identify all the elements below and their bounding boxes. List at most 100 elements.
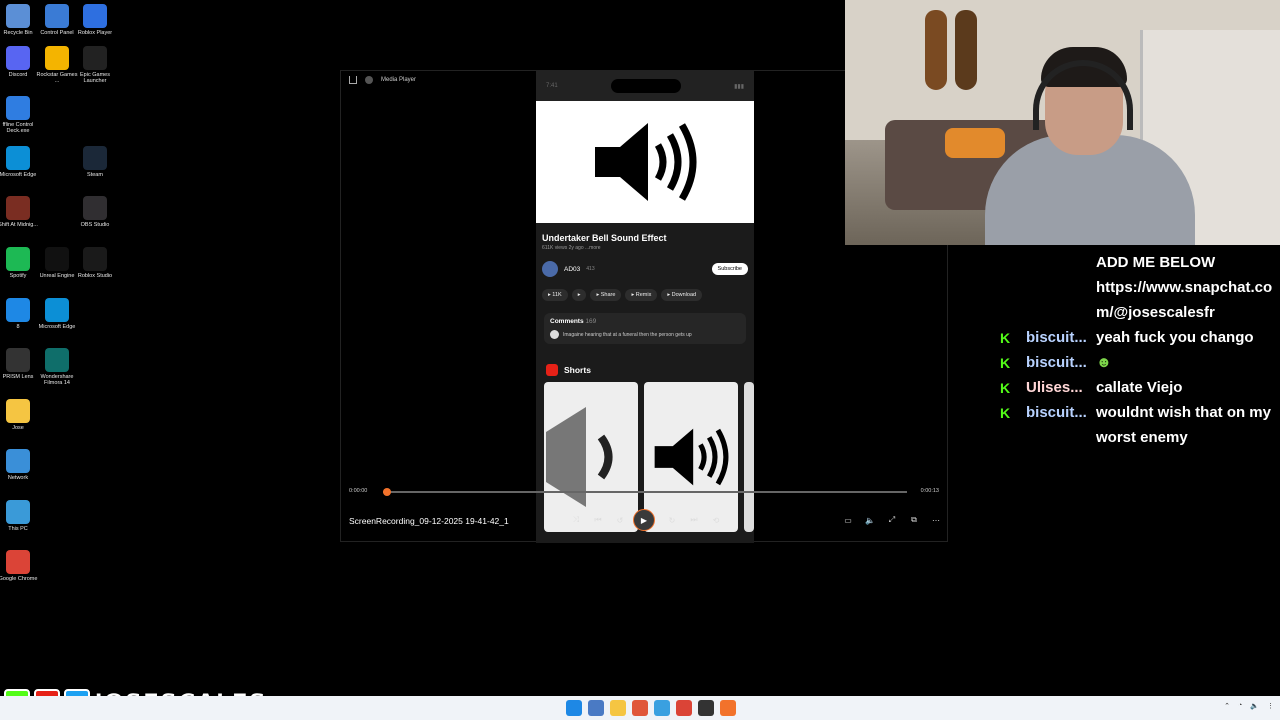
chat-messages: Kbiscuit... yeah fuck you chango Kbiscuit.… [1000, 325, 1280, 450]
volume-icon[interactable]: 🔈 [1250, 702, 1259, 710]
shuffle-icon[interactable]: ⤨ [569, 513, 583, 527]
desktop-icon[interactable]: Network [0, 449, 40, 481]
explorer-icon[interactable] [610, 700, 626, 716]
desktop-icon[interactable]: PRISM Lens [0, 348, 40, 380]
desktop-icon[interactable]: Steam [73, 146, 117, 178]
pillow [945, 128, 1005, 158]
kick-badge-icon: K [1000, 330, 1011, 346]
seek-track[interactable] [383, 488, 907, 496]
taskbar: ⌃ ◔ 🔈 ⋮ [0, 696, 1280, 720]
obs-icon[interactable] [698, 700, 714, 716]
video-title: Undertaker Bell Sound Effect [542, 233, 667, 243]
media-player-icon[interactable] [720, 700, 736, 716]
clock[interactable]: ⋮ [1267, 702, 1274, 710]
desktop-icon-label: Jose [12, 425, 24, 431]
guitar [955, 10, 977, 90]
desktop-icon[interactable]: Wondershare Filmora 14 [35, 348, 79, 386]
shorts-header: Shorts [536, 350, 754, 382]
volume-icon[interactable]: 🔈 [863, 513, 877, 527]
control-panel-icon [45, 4, 69, 28]
desktop-icon[interactable]: Jose [0, 399, 40, 431]
action-label: Download [671, 292, 697, 298]
desktop-icon[interactable]: Roblox Studio [73, 247, 117, 279]
action-label: 11K [552, 292, 562, 298]
speaker-icon [654, 428, 729, 486]
comment-preview: Imagaine hearing that at a funeral then … [550, 330, 740, 339]
fullscreen-icon[interactable]: ⤢ [885, 513, 899, 527]
phone-status-time: 7:41 [546, 83, 558, 89]
desktop-icon-label: Microsoft Edge [38, 324, 76, 330]
subtitles-icon[interactable]: ▭ [841, 513, 855, 527]
desktop-icon[interactable]: This PC [0, 500, 40, 532]
comments-panel: Comments 169 Imagaine hearing that at a … [544, 313, 746, 344]
desktop-icon[interactable]: Discord [0, 46, 40, 78]
chat-message: Kbiscuit... wouldnt wish that on my worst… [1000, 400, 1280, 450]
kick-badge-icon: K [1000, 380, 1011, 396]
network-icon[interactable]: ◔ [1238, 702, 1242, 710]
chat-text: wouldnt wish that on my worst enemy [1096, 404, 1271, 446]
next-icon[interactable]: ⏭ [687, 513, 701, 527]
remix-button: ▸ Remix [625, 289, 658, 301]
desktop-icon-label: Roblox Studio [77, 273, 113, 279]
desktop-icon[interactable]: Microsoft Edge [35, 298, 79, 330]
desktop-icon[interactable]: Shift At Midnig... [0, 196, 40, 228]
desktop-icon[interactable]: Microsoft Edge [0, 146, 40, 178]
comments-count: 169 [585, 318, 597, 325]
edge-icon [45, 298, 69, 322]
desktop-icon-label: 8 [16, 324, 20, 330]
desktop-icon[interactable]: Recycle Bin [0, 4, 40, 36]
start-icon[interactable] [566, 700, 582, 716]
channel-avatar [542, 261, 558, 277]
comments-header: Comments 169 [550, 318, 740, 325]
previous-icon[interactable]: ⏮ [591, 513, 605, 527]
miniplayer-icon[interactable]: ⧉ [907, 513, 921, 527]
chevron-up-icon[interactable]: ⌃ [1224, 702, 1230, 710]
desktop-icon[interactable]: Spotify [0, 247, 40, 279]
play-button[interactable]: ▶ [633, 509, 655, 531]
phone-status-bar: 7:41 ▮▮▮ [536, 71, 754, 101]
webcam-overlay [845, 0, 1280, 245]
prism-icon [6, 348, 30, 372]
chat-text: callate Viejo [1096, 379, 1183, 396]
recording-frame: 7:41 ▮▮▮ Undertaker Bell Sound Effect 61… [536, 71, 754, 543]
filmora-icon [45, 348, 69, 372]
chat-message: Kbiscuit... ☻ [1000, 350, 1280, 375]
chat-username: Ulises... [1026, 379, 1083, 396]
edge-icon[interactable] [632, 700, 648, 716]
desktop-icon-label: Steam [87, 172, 103, 178]
channel-name: AD03 [564, 265, 581, 273]
rewind-icon[interactable]: ↺ [613, 513, 627, 527]
home-icon[interactable] [349, 76, 357, 84]
current-time: 0:00:00 [349, 488, 368, 494]
announcement-line: ADD ME BELOW [1096, 254, 1216, 271]
seek-knob[interactable] [383, 488, 391, 496]
desktop-icon[interactable]: Roblox Player [73, 4, 117, 36]
taskview-icon[interactable] [588, 700, 604, 716]
desktop-icon[interactable]: ffline Control Deck.exe [0, 96, 40, 134]
share-button: ▸ Share [590, 289, 622, 301]
file-icon[interactable] [654, 700, 670, 716]
desktop-icon[interactable]: Google Chrome [0, 550, 40, 582]
more-icon[interactable]: ⋯ [929, 513, 943, 527]
repeat-icon[interactable]: ⟲ [709, 513, 723, 527]
dislike-button: ▸ [571, 289, 587, 301]
chrome-icon[interactable] [676, 700, 692, 716]
screen: Recycle Bin Control Panel Roblox Player Dis… [0, 0, 1280, 720]
desktop-icon[interactable]: Epic Games Launcher [73, 46, 117, 84]
desktop-icon[interactable]: 8 [0, 298, 40, 330]
unreal-icon [45, 247, 69, 271]
player-title: Media Player [381, 77, 417, 83]
desktop-icon[interactable]: OBS Studio [73, 196, 117, 228]
emote-icon: ☻ [1096, 354, 1112, 371]
seek-bar[interactable]: 0:00:00 0:00:13 [341, 483, 947, 499]
spotify-icon [6, 247, 30, 271]
forward-icon[interactable]: ↻ [665, 513, 679, 527]
chat-username: biscuit... [1026, 329, 1087, 346]
dynamic-island [610, 79, 681, 93]
recycle-bin-icon [6, 4, 30, 28]
desktop-icon-label: Google Chrome [0, 576, 38, 582]
commenter-avatar [550, 330, 559, 339]
like-button: ▸ 11K [542, 289, 568, 301]
discord-icon [6, 46, 30, 70]
kick-badge-icon: K [1000, 355, 1011, 371]
